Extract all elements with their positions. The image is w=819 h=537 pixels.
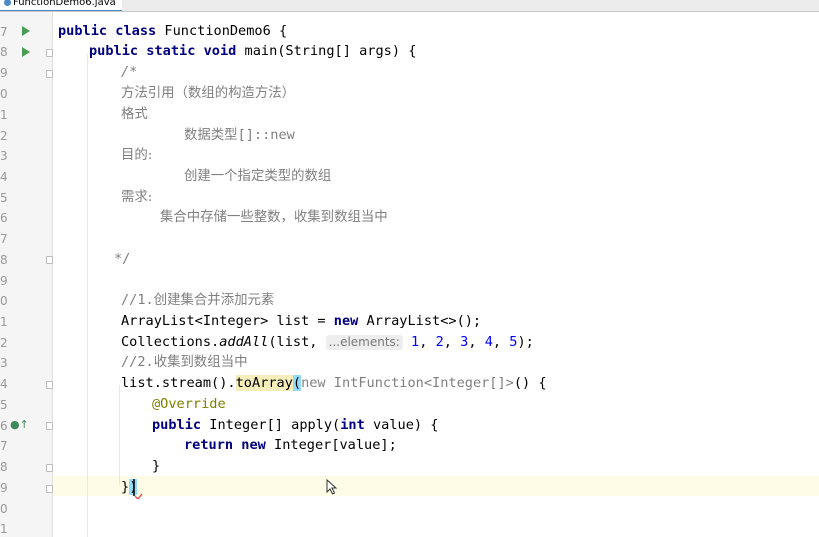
fold-comment-icon[interactable] [46, 70, 53, 78]
comment-line: 集合中存储一些整数，收集到数组当中 [160, 210, 388, 225]
indent-guide [119, 385, 120, 485]
editor-gutter: 7 8 9 0 1 2 3 4 5 6 7 8 9 0 1 2 3 4 5 6 … [0, 12, 53, 537]
comment-open: /* [121, 64, 138, 80]
parameter-hint: ...elements: [325, 335, 403, 350]
line-number: 0 [0, 294, 8, 308]
matched-paren: ( [292, 375, 302, 391]
run-main-icon[interactable] [22, 47, 30, 57]
java-file-icon [4, 0, 11, 6]
text-caret-icon [133, 479, 143, 499]
indent-guide [87, 54, 88, 537]
line-number: 4 [0, 377, 8, 391]
code-editor[interactable]: public class FunctionDemo6 { public stat… [53, 12, 819, 537]
line-number: 9 [0, 481, 8, 495]
line-number: 7 [0, 232, 8, 246]
editor-tab-bar: FunctionDemo6.java [0, 0, 819, 12]
code-line-return: return new Integer[value]; [184, 437, 397, 453]
highlighted-method: toArray [235, 375, 293, 391]
tab-filename: FunctionDemo6.java [13, 0, 116, 8]
fold-apply-method-icon[interactable] [46, 422, 53, 430]
code-line-apply-decl: public Integer[] apply(int value) { [152, 417, 439, 433]
line-number: 6 [0, 419, 8, 433]
override-method-icon[interactable]: ●↑ [10, 418, 29, 431]
comment-close: */ [114, 251, 131, 267]
current-line-highlight [53, 476, 819, 496]
code-line-toarray: list.stream().toArray(new IntFunction<In… [121, 375, 547, 391]
comment-step-1: //1.创建集合并添加元素 [121, 292, 275, 308]
comment-line: 格式 [121, 107, 148, 122]
line-number: 1 [0, 315, 8, 329]
code-line-addall: Collections.addAll(list, ...elements: 1,… [121, 334, 534, 350]
fold-apply-end-icon[interactable] [46, 464, 53, 472]
line-number: 1 [0, 522, 8, 536]
comment-line: 方法引用（数组的构造方法） [121, 86, 296, 101]
line-number: 3 [0, 356, 8, 370]
line-number: 0 [0, 502, 8, 516]
line-number: 3 [0, 149, 8, 163]
line-number: 4 [0, 170, 8, 184]
line-number: 9 [0, 66, 8, 80]
line-number: 8 [0, 253, 8, 267]
line-number: 7 [0, 25, 8, 39]
fold-method-icon[interactable] [46, 49, 53, 57]
line-number: 8 [0, 45, 8, 59]
file-tab[interactable]: FunctionDemo6.java [0, 0, 122, 11]
line-number: 9 [0, 274, 8, 288]
line-number: 5 [0, 398, 8, 412]
fold-anonymous-end-icon[interactable] [46, 485, 53, 493]
line-number: 2 [0, 129, 8, 143]
run-class-icon[interactable] [22, 26, 30, 36]
line-number: 5 [0, 191, 8, 205]
code-line-class-decl: public class FunctionDemo6 { [58, 23, 288, 39]
comment-line: 数据类型[]::new [184, 127, 295, 143]
fold-anonymous-class-icon[interactable] [46, 381, 53, 389]
line-number: 0 [0, 87, 8, 101]
code-line-list-decl: ArrayList<Integer> list = new ArrayList<… [121, 313, 482, 329]
comment-line: 创建一个指定类型的数组 [184, 169, 332, 184]
comment-line: 需求: [121, 190, 153, 205]
line-number: 1 [0, 108, 8, 122]
override-annotation: @Override [152, 396, 226, 412]
code-line-main-decl: public static void main(String[] args) { [89, 43, 417, 59]
line-number: 6 [0, 211, 8, 225]
comment-step-2: //2.收集到数组当中 [121, 354, 248, 370]
line-number: 2 [0, 336, 8, 350]
line-number: 7 [0, 439, 8, 453]
line-number: 8 [0, 460, 8, 474]
comment-line: 目的: [121, 148, 153, 163]
fold-comment-end-icon[interactable] [46, 256, 53, 264]
code-line-close-apply: } [152, 458, 161, 474]
mouse-pointer-icon [326, 479, 338, 495]
